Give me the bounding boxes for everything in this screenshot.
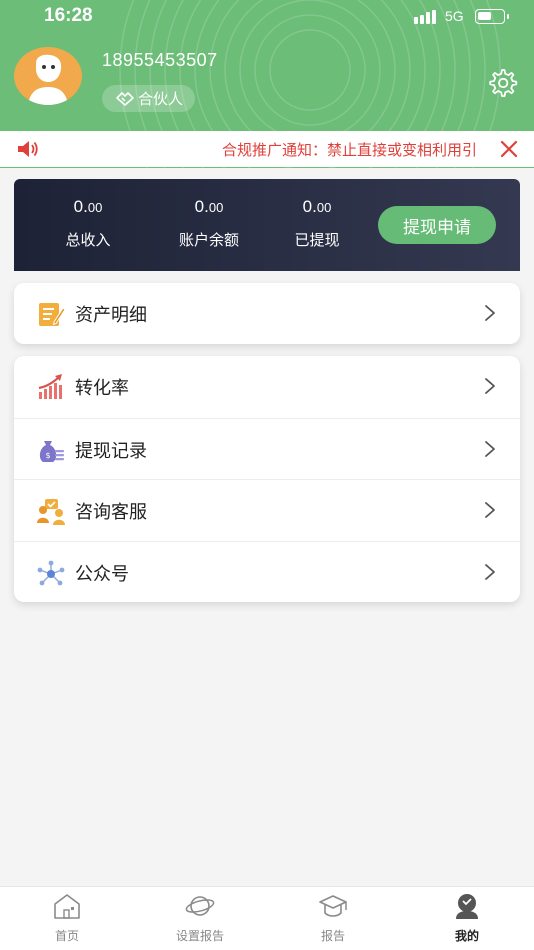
tab-mine[interactable]: 我的: [400, 887, 534, 945]
partner-badge: 合伙人: [102, 85, 196, 112]
network-nodes-icon: [37, 560, 65, 585]
gear-icon[interactable]: [486, 67, 518, 99]
stat-label: 账户余额: [178, 231, 239, 249]
user-phone: 18955453507: [102, 50, 218, 70]
stat-value-dec: 00: [208, 200, 224, 215]
money-bag-icon: $: [39, 440, 64, 462]
stat-value-int: 0.: [194, 197, 209, 216]
tab-label: 设置报告: [175, 929, 224, 943]
home-indicator-area: [0, 944, 534, 950]
chevron-right-icon: [485, 305, 495, 321]
user-icon: [456, 894, 478, 919]
menu-item-label: 转化率: [75, 378, 129, 399]
tab-set-report[interactable]: 设置报告: [133, 887, 267, 945]
menu-item-withdraw-records[interactable]: $ 提现记录: [14, 417, 520, 480]
earnings-summary-card: 0.00 总收入 0.00 账户余额 0.00 已提现 提现申请: [14, 179, 520, 271]
notice-marquee: 合规推广通知：禁止直接或变相利用引: [222, 131, 494, 167]
menu-item-label: 提现记录: [75, 440, 147, 462]
partner-badge-label: 合伙人: [138, 90, 184, 108]
avatar-icon: [28, 54, 68, 105]
handshake-icon: [116, 91, 134, 106]
stat-account-balance: 0.00 账户余额: [149, 197, 269, 250]
signal-icon: [414, 10, 436, 24]
notice-bar[interactable]: 合规推广通知：禁止直接或变相利用引: [0, 131, 534, 167]
menu-item-conversion-rate[interactable]: 转化率: [14, 356, 520, 418]
status-time: 16:28: [44, 5, 93, 26]
planet-icon: [185, 896, 215, 916]
asset-menu-card: 资产明细: [14, 283, 520, 344]
chevron-right-icon: [485, 440, 495, 457]
home-icon: [54, 894, 80, 919]
tab-label: 报告: [320, 929, 345, 943]
stat-label: 已提现: [294, 231, 340, 249]
tab-label: 首页: [54, 929, 79, 943]
stat-label: 总收入: [65, 231, 111, 249]
tab-report[interactable]: 报告: [266, 887, 400, 945]
menu-item-label: 公众号: [75, 563, 129, 585]
menu-item-asset-details[interactable]: 资产明细: [14, 283, 520, 344]
menu-item-customer-service[interactable]: 咨询客服: [14, 479, 520, 541]
menu-item-label: 资产明细: [75, 305, 147, 326]
stat-value-int: 0.: [73, 197, 88, 216]
avatar[interactable]: [14, 47, 82, 105]
chevron-right-icon: [485, 502, 495, 518]
stat-value-dec: 00: [316, 200, 332, 215]
stat-value-int: 0.: [302, 197, 317, 216]
status-bar: 16:28 5G: [0, 0, 534, 34]
withdraw-request-button[interactable]: 提现申请: [378, 206, 496, 244]
close-icon[interactable]: [500, 140, 518, 158]
bottom-tab-bar: 首页 设置报告 报告 我的: [0, 886, 534, 944]
customer-service-icon: [37, 499, 65, 525]
notice-text: 合规推广通知：禁止直接或变相利用引: [222, 141, 478, 159]
tab-label: 我的: [454, 929, 479, 943]
stat-withdrawn: 0.00 已提现: [257, 197, 377, 250]
network-type: 5G: [445, 8, 464, 24]
growth-chart-icon: [38, 374, 62, 399]
tab-home[interactable]: 首页: [0, 887, 134, 945]
svg-text:$: $: [45, 451, 50, 460]
speaker-icon: [18, 141, 38, 157]
battery-icon: [475, 9, 509, 24]
chevron-right-icon: [485, 563, 495, 580]
menu-item-label: 咨询客服: [75, 502, 147, 523]
stat-total-income: 0.00 总收入: [28, 197, 148, 250]
stat-value-dec: 00: [87, 200, 103, 215]
document-edit-icon: [39, 303, 66, 326]
graduation-cap-icon: [319, 895, 347, 917]
service-menu-card: 转化率 $ 提现记录 咨询客服 公众号: [14, 356, 520, 602]
chevron-right-icon: [485, 378, 495, 394]
menu-item-official-account[interactable]: 公众号: [14, 540, 520, 603]
